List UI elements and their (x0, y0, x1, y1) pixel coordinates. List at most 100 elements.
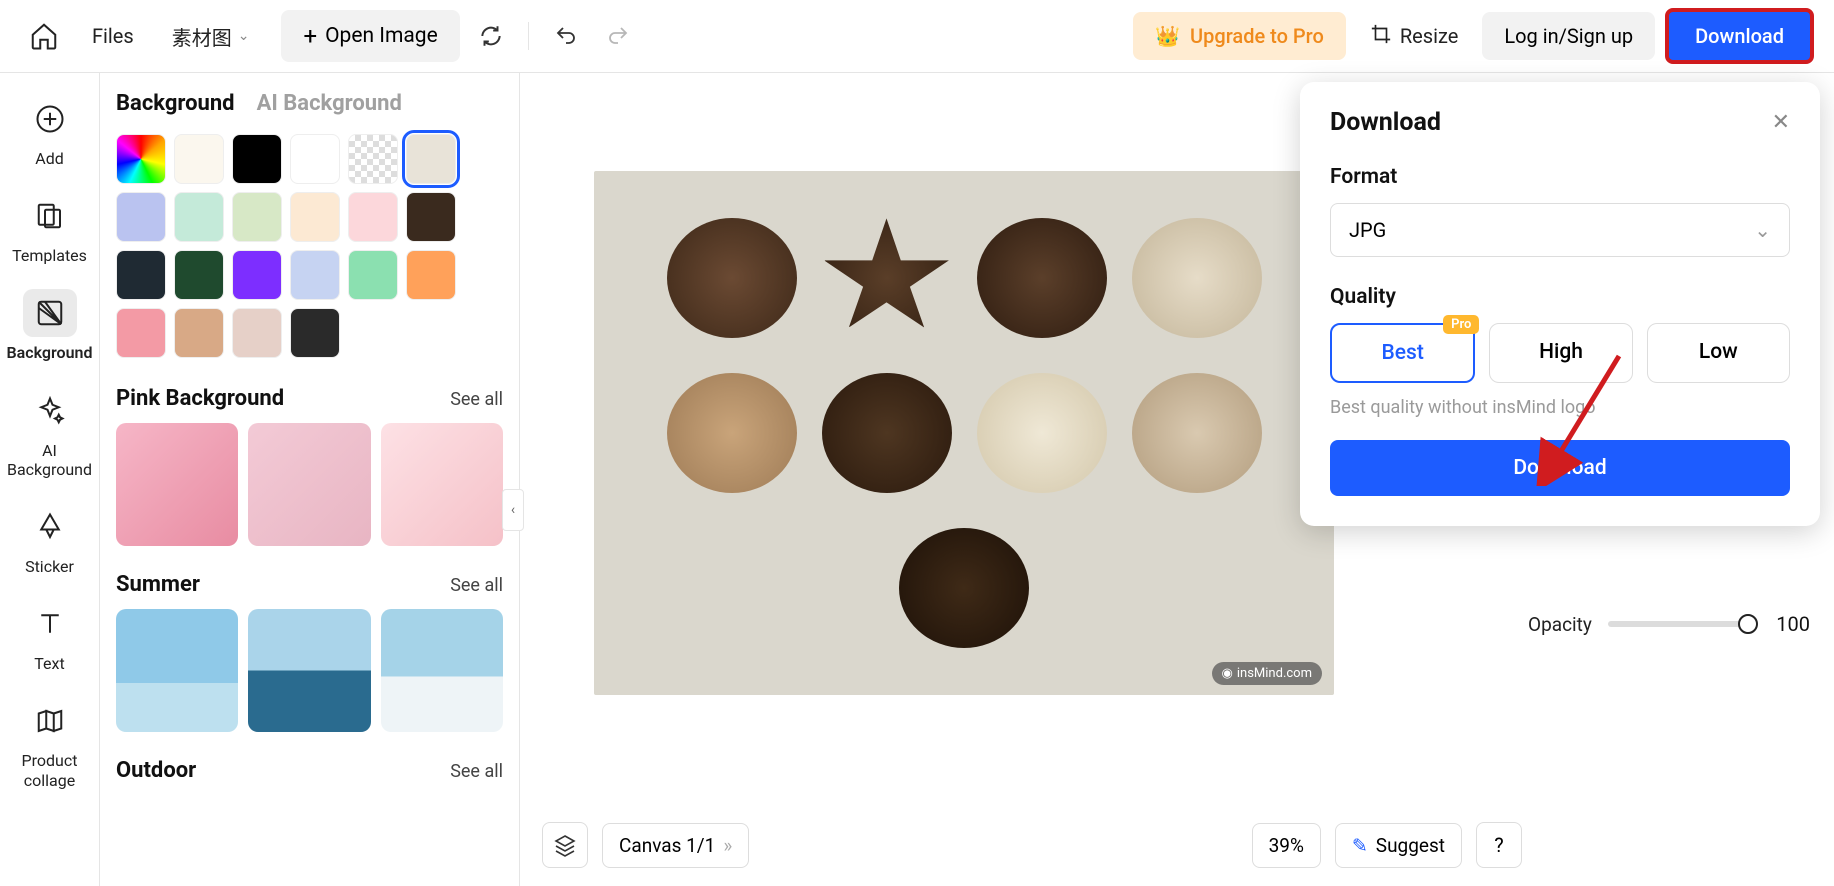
opacity-label: Opacity (1528, 613, 1592, 636)
resize-button[interactable]: Resize (1356, 15, 1473, 58)
files-menu[interactable]: Files (78, 16, 148, 56)
crown-icon: 👑 (1155, 24, 1180, 48)
color-swatch[interactable] (290, 308, 340, 358)
download-action-button[interactable]: Download (1330, 440, 1790, 496)
canvas-footer: Canvas 1/1 » 39% ✎ Suggest ? (542, 822, 1522, 868)
background-thumbnail[interactable] (248, 609, 370, 732)
left-rail: Add Templates Background AI Background S… (0, 73, 100, 886)
section-title: Outdoor (116, 758, 196, 783)
color-swatch[interactable] (348, 192, 398, 242)
tab-ai-background[interactable]: AI Background (257, 91, 402, 116)
sync-icon[interactable] (470, 15, 512, 57)
color-swatch[interactable] (348, 250, 398, 300)
color-swatch[interactable] (116, 308, 166, 358)
format-label: Format (1330, 165, 1790, 189)
image-object (1132, 218, 1262, 338)
chevron-down-icon: ⌄ (238, 28, 250, 44)
background-thumbnail[interactable] (248, 423, 370, 546)
rail-sticker[interactable]: Sticker (6, 495, 94, 584)
color-swatch[interactable] (232, 134, 282, 184)
upgrade-button[interactable]: 👑 Upgrade to Pro (1133, 12, 1346, 60)
color-swatch[interactable] (174, 192, 224, 242)
image-object (977, 373, 1107, 493)
color-swatch[interactable] (116, 134, 166, 184)
home-icon[interactable] (20, 12, 68, 60)
see-all-link[interactable]: See all (450, 575, 503, 596)
sparkle-icon: ✎ (1352, 834, 1368, 857)
background-thumbnail[interactable] (381, 423, 503, 546)
image-object (977, 218, 1107, 338)
opacity-slider[interactable] (1608, 621, 1750, 627)
section-title: Pink Background (116, 386, 284, 411)
canvas-label: Canvas 1/1 (619, 834, 715, 857)
canvas-pager[interactable]: Canvas 1/1 » (602, 823, 749, 868)
rail-add[interactable]: Add (6, 87, 94, 176)
see-all-link[interactable]: See all (450, 761, 503, 782)
open-image-button[interactable]: + Open Image (281, 10, 459, 62)
zoom-level[interactable]: 39% (1252, 823, 1321, 868)
login-button[interactable]: Log in/Sign up (1482, 12, 1655, 60)
color-swatch[interactable] (406, 134, 456, 184)
watermark: ◉insMind.com (1212, 662, 1322, 685)
color-swatch[interactable] (406, 250, 456, 300)
color-swatch[interactable] (232, 308, 282, 358)
background-thumbnail[interactable] (116, 423, 238, 546)
rail-product-collage[interactable]: Product collage (6, 689, 94, 797)
color-swatch-grid (116, 134, 503, 358)
redo-icon[interactable] (597, 15, 639, 57)
quality-best[interactable]: Best Pro (1330, 323, 1475, 383)
see-all-link[interactable]: See all (450, 389, 503, 410)
quality-low[interactable]: Low (1647, 323, 1790, 383)
rail-ai-background[interactable]: AI Background (6, 379, 94, 487)
collapse-panel-button[interactable]: ‹ (502, 489, 524, 531)
background-thumbnail[interactable] (381, 609, 503, 732)
color-swatch[interactable] (290, 250, 340, 300)
image-object (667, 373, 797, 493)
color-swatch[interactable] (174, 250, 224, 300)
close-icon[interactable]: ✕ (1772, 110, 1790, 135)
undo-icon[interactable] (545, 15, 587, 57)
download-popover: Download ✕ Format JPG ⌄ Quality Best Pro… (1300, 82, 1820, 526)
color-swatch[interactable] (348, 134, 398, 184)
canvas-image[interactable]: ◉insMind.com (594, 171, 1334, 695)
color-swatch[interactable] (116, 192, 166, 242)
rail-add-label: Add (35, 149, 63, 168)
quality-note: Best quality without insMind logo (1330, 397, 1790, 418)
color-swatch[interactable] (174, 308, 224, 358)
rail-text-label: Text (34, 654, 64, 673)
rail-sticker-label: Sticker (25, 557, 74, 576)
top-toolbar: Files 素材图 ⌄ + Open Image 👑 Upgrade to Pr… (0, 0, 1834, 73)
rail-templates[interactable]: Templates (6, 184, 94, 273)
resize-label: Resize (1400, 24, 1459, 48)
section-title: Summer (116, 572, 200, 597)
color-swatch[interactable] (232, 192, 282, 242)
format-select[interactable]: JPG ⌄ (1330, 203, 1790, 257)
opacity-value: 100 (1766, 612, 1810, 636)
upgrade-label: Upgrade to Pro (1190, 24, 1324, 48)
image-object (822, 218, 952, 338)
open-image-label: Open Image (325, 24, 438, 48)
color-swatch[interactable] (290, 134, 340, 184)
slider-thumb[interactable] (1738, 614, 1758, 634)
rail-text[interactable]: Text (6, 592, 94, 681)
plus-icon: + (303, 22, 317, 50)
rail-ai-bg-label: AI Background (7, 441, 92, 479)
tab-background[interactable]: Background (116, 91, 235, 116)
rail-background-label: Background (7, 343, 93, 362)
pro-badge: Pro (1443, 315, 1479, 334)
color-swatch[interactable] (232, 250, 282, 300)
color-swatch[interactable] (174, 134, 224, 184)
download-button[interactable]: Download (1665, 8, 1814, 64)
format-value: JPG (1349, 218, 1386, 242)
rail-background[interactable]: Background (6, 281, 94, 370)
color-swatch[interactable] (116, 250, 166, 300)
background-thumbnail[interactable] (116, 609, 238, 732)
color-swatch[interactable] (406, 192, 456, 242)
color-swatch[interactable] (290, 192, 340, 242)
material-dropdown[interactable]: 素材图 ⌄ (158, 14, 264, 59)
chevron-down-icon: ⌄ (1754, 218, 1771, 242)
quality-high[interactable]: High (1489, 323, 1632, 383)
image-object (899, 528, 1029, 648)
layers-icon[interactable] (542, 822, 588, 868)
suggest-button[interactable]: ✎ Suggest (1335, 823, 1462, 868)
